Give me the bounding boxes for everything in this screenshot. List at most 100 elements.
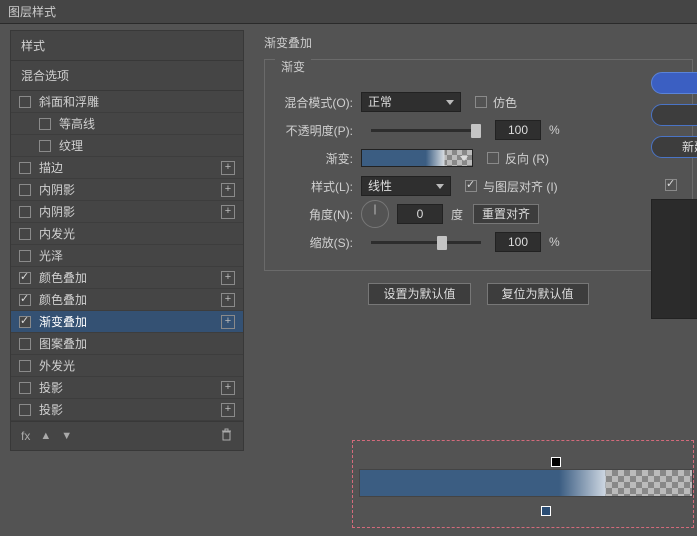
- blend-mode-row: 混合模式(O): 正常 仿色: [279, 88, 678, 116]
- add-effect-icon[interactable]: +: [221, 205, 235, 219]
- scale-unit: %: [549, 235, 560, 249]
- reverse-label: 反向 (R): [505, 150, 549, 167]
- dialog-buttons: 新建: [651, 72, 697, 158]
- move-up-icon[interactable]: ▲: [40, 430, 51, 442]
- style-label: 颜色叠加: [39, 291, 221, 308]
- style-checkbox[interactable]: [19, 404, 31, 416]
- scale-input[interactable]: 100: [495, 232, 541, 252]
- style-checkbox[interactable]: [19, 382, 31, 394]
- fx-icon[interactable]: fx: [21, 429, 30, 443]
- scale-label: 缩放(S):: [279, 234, 361, 251]
- style-item[interactable]: 描边+: [11, 157, 243, 179]
- style-label: 投影: [39, 379, 221, 396]
- angle-unit: 度: [451, 206, 463, 223]
- reset-default-button[interactable]: 复位为默认值: [487, 283, 589, 305]
- style-item[interactable]: 斜面和浮雕: [11, 91, 243, 113]
- style-checkbox[interactable]: [39, 140, 51, 152]
- add-effect-icon[interactable]: +: [221, 315, 235, 329]
- gradient-picker[interactable]: [361, 149, 473, 167]
- align-checkbox[interactable]: [465, 180, 477, 192]
- style-item[interactable]: 内阴影+: [11, 201, 243, 223]
- add-effect-icon[interactable]: +: [221, 293, 235, 307]
- style-item[interactable]: 颜色叠加+: [11, 289, 243, 311]
- scale-slider-thumb[interactable]: [437, 236, 447, 250]
- styles-column: 样式 混合选项 斜面和浮雕等高线纹理描边+内阴影+内阴影+内发光光泽颜色叠加+颜…: [0, 24, 244, 536]
- opacity-stop[interactable]: [551, 457, 561, 467]
- cancel-button[interactable]: [651, 104, 697, 126]
- window-titlebar: 图层样式: [0, 0, 697, 24]
- gradient-editor-highlight: [352, 440, 694, 528]
- opacity-unit: %: [549, 123, 560, 137]
- style-checkbox[interactable]: [19, 184, 31, 196]
- style-item[interactable]: 等高线: [11, 113, 243, 135]
- style-checkbox[interactable]: [39, 118, 51, 130]
- gradient-group: 渐变 混合模式(O): 正常 仿色 不透明度(P): 100 % 渐变: 反向 …: [264, 59, 693, 271]
- add-effect-icon[interactable]: +: [221, 271, 235, 285]
- style-label: 内阴影: [39, 181, 221, 198]
- blend-mode-label: 混合模式(O):: [279, 94, 361, 111]
- angle-row: 角度(N): 0 度 重置对齐: [279, 200, 678, 228]
- section-title: 渐变叠加: [264, 34, 693, 51]
- style-item[interactable]: 投影+: [11, 377, 243, 399]
- angle-input[interactable]: 0: [397, 204, 443, 224]
- add-effect-icon[interactable]: +: [221, 381, 235, 395]
- style-checkbox[interactable]: [19, 250, 31, 262]
- reset-align-button[interactable]: 重置对齐: [473, 204, 539, 224]
- style-item[interactable]: 光泽: [11, 245, 243, 267]
- preview-checkbox[interactable]: [665, 179, 677, 191]
- reverse-checkbox[interactable]: [487, 152, 499, 164]
- move-down-icon[interactable]: ▼: [61, 430, 72, 442]
- styles-list: 斜面和浮雕等高线纹理描边+内阴影+内阴影+内发光光泽颜色叠加+颜色叠加+渐变叠加…: [11, 91, 243, 421]
- preview-box: [651, 179, 697, 319]
- style-checkbox[interactable]: [19, 228, 31, 240]
- group-legend: 渐变: [275, 58, 311, 75]
- style-checkbox[interactable]: [19, 338, 31, 350]
- style-label: 外发光: [39, 357, 235, 374]
- style-label: 内发光: [39, 225, 235, 242]
- style-checkbox[interactable]: [19, 272, 31, 284]
- make-default-button[interactable]: 设置为默认值: [368, 283, 470, 305]
- add-effect-icon[interactable]: +: [221, 183, 235, 197]
- style-item[interactable]: 图案叠加: [11, 333, 243, 355]
- style-checkbox[interactable]: [19, 206, 31, 218]
- opacity-slider[interactable]: [371, 129, 481, 132]
- style-checkbox[interactable]: [19, 96, 31, 108]
- style-item[interactable]: 外发光: [11, 355, 243, 377]
- ok-button[interactable]: [651, 72, 697, 94]
- style-select[interactable]: 线性: [361, 176, 451, 196]
- style-checkbox[interactable]: [19, 360, 31, 372]
- add-effect-icon[interactable]: +: [221, 403, 235, 417]
- add-effect-icon[interactable]: +: [221, 161, 235, 175]
- angle-dial[interactable]: [361, 200, 389, 228]
- scale-row: 缩放(S): 100 %: [279, 228, 678, 256]
- style-label: 图案叠加: [39, 335, 235, 352]
- gradient-row: 渐变: 反向 (R): [279, 144, 678, 172]
- style-item[interactable]: 纹理: [11, 135, 243, 157]
- dither-checkbox[interactable]: [475, 96, 487, 108]
- trash-icon[interactable]: [220, 428, 233, 444]
- opacity-input[interactable]: 100: [495, 120, 541, 140]
- styles-header[interactable]: 样式: [11, 31, 243, 61]
- style-label: 内阴影: [39, 203, 221, 220]
- opacity-label: 不透明度(P):: [279, 122, 361, 139]
- scale-slider[interactable]: [371, 241, 481, 244]
- new-style-button[interactable]: 新建: [651, 136, 697, 158]
- style-checkbox[interactable]: [19, 162, 31, 174]
- style-item[interactable]: 渐变叠加+: [11, 311, 243, 333]
- style-item[interactable]: 投影+: [11, 399, 243, 421]
- style-item[interactable]: 内发光: [11, 223, 243, 245]
- preview-swatch: [651, 199, 697, 319]
- style-label: 斜面和浮雕: [39, 93, 235, 110]
- blending-options-header[interactable]: 混合选项: [11, 61, 243, 91]
- window-title: 图层样式: [8, 5, 56, 19]
- style-label: 纹理: [59, 137, 235, 154]
- style-checkbox[interactable]: [19, 316, 31, 328]
- gradient-bar[interactable]: [359, 469, 693, 497]
- style-checkbox[interactable]: [19, 294, 31, 306]
- dither-label: 仿色: [493, 94, 517, 111]
- opacity-slider-thumb[interactable]: [471, 124, 481, 138]
- style-item[interactable]: 颜色叠加+: [11, 267, 243, 289]
- style-item[interactable]: 内阴影+: [11, 179, 243, 201]
- blend-mode-select[interactable]: 正常: [361, 92, 461, 112]
- color-stop[interactable]: [541, 506, 551, 516]
